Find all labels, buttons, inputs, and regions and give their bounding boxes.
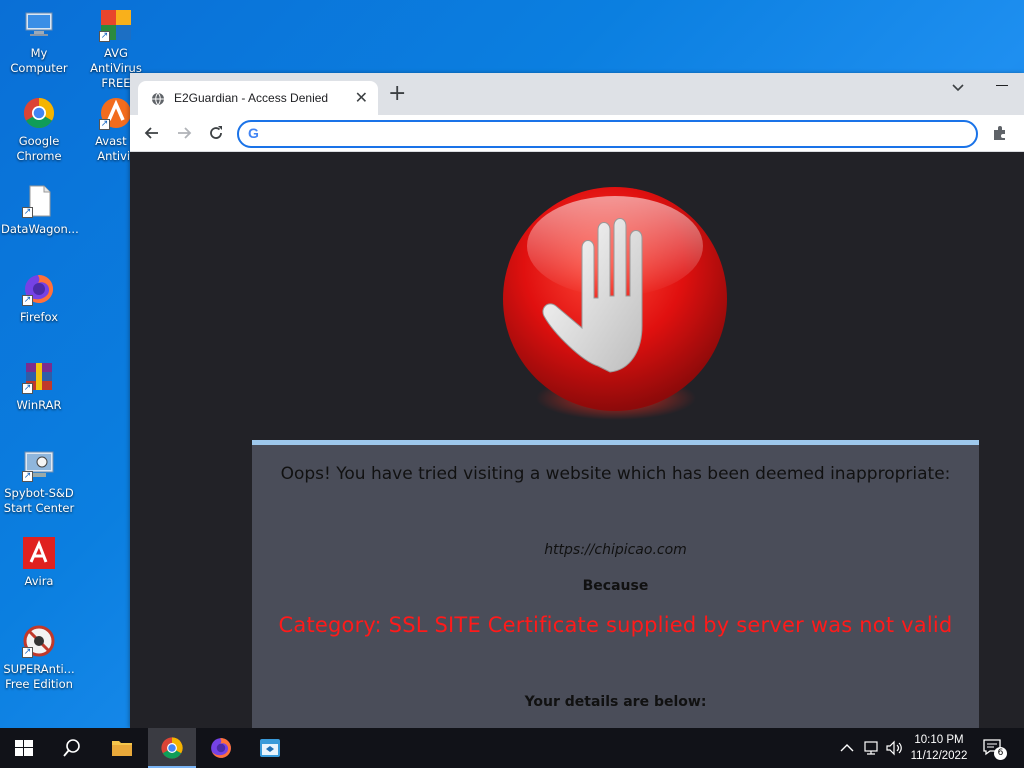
shortcut-arrow-icon: ↗	[22, 471, 33, 482]
desktop-icon-label: My Computer	[10, 46, 68, 75]
taskbar-sandbox-app[interactable]	[246, 728, 294, 768]
shortcut-arrow-icon: ↗	[99, 119, 110, 130]
avira-icon	[22, 536, 56, 570]
taskbar-chrome[interactable]	[148, 728, 196, 768]
system-clock[interactable]: 10:10 PM 11/12/2022	[904, 732, 974, 764]
superantispyware-icon: ↗	[22, 624, 56, 658]
show-hidden-icons-chevron-icon[interactable]	[838, 739, 856, 757]
new-tab-button[interactable]: +	[388, 83, 406, 105]
desktop-icon-label: Avira	[24, 574, 54, 588]
desktop-icon-label: Spybot-S&D Start Center	[3, 486, 75, 515]
shortcut-arrow-icon: ↗	[99, 31, 110, 42]
shortcut-arrow-icon: ↗	[22, 383, 33, 394]
computer-icon	[22, 8, 56, 42]
avg-icon: ↗	[99, 8, 133, 42]
file-icon: ↗	[22, 184, 56, 218]
volume-icon[interactable]	[885, 739, 903, 757]
address-bar[interactable]: G	[237, 120, 978, 148]
tab-title: E2Guardian - Access Denied	[174, 91, 329, 105]
desktop-icon-label: Google Chrome	[16, 134, 62, 163]
start-button[interactable]	[0, 728, 48, 768]
address-input[interactable]	[269, 125, 959, 143]
action-center-button[interactable]: 6	[982, 738, 1007, 760]
clock-date: 11/12/2022	[910, 750, 968, 762]
avast-icon: ↗	[99, 96, 133, 130]
chrome-icon	[22, 96, 56, 130]
winrar-icon: ↗	[22, 360, 56, 394]
chrome-window: E2Guardian - Access Denied ✕ + G Oops! Y…	[130, 73, 1024, 728]
firefox-icon: ↗	[22, 272, 56, 306]
windows-logo-icon	[15, 740, 33, 756]
desktop-icon-superantispyware[interactable]: ↗ SUPERAnti... Free Edition	[1, 624, 77, 692]
search-icon	[63, 739, 80, 757]
tab-search-chevron-icon[interactable]	[948, 77, 968, 97]
shortcut-arrow-icon: ↗	[22, 207, 33, 218]
back-arrow-icon[interactable]	[142, 123, 162, 143]
desktop-icon-datawagon[interactable]: ↗ DataWagon...	[1, 184, 79, 237]
denied-headline: Oops! You have tried visiting a website …	[280, 464, 951, 484]
because-label: Because	[582, 578, 649, 594]
desktop-icon-avira[interactable]: Avira	[1, 536, 77, 589]
globe-icon	[151, 91, 165, 106]
blocked-url: https://chipicao.com	[544, 542, 687, 558]
tab-close-icon[interactable]: ✕	[355, 88, 368, 107]
taskbar-file-explorer[interactable]	[98, 728, 146, 768]
desktop-icon-my-computer[interactable]: My Computer	[1, 8, 77, 76]
app-window-icon	[260, 739, 280, 757]
desktop-icon-label: WinRAR	[16, 398, 62, 412]
page-content: Oops! You have tried visiting a website …	[130, 152, 1024, 728]
search-button[interactable]	[48, 728, 96, 768]
desktop-icon-google-chrome[interactable]: Google Chrome	[1, 96, 77, 164]
notification-count-badge: 6	[994, 747, 1007, 760]
tab-strip: E2Guardian - Access Denied ✕ +	[130, 73, 1024, 115]
desktop-icon-label: Firefox	[19, 310, 59, 324]
taskbar-firefox[interactable]	[197, 728, 245, 768]
clock-time: 10:10 PM	[914, 734, 964, 746]
extensions-puzzle-icon[interactable]	[992, 125, 1008, 141]
block-category: Category: SSL SITE Certificate supplied …	[278, 613, 953, 637]
details-heading: Your details are below:	[524, 694, 707, 710]
shortcut-arrow-icon: ↗	[22, 647, 33, 658]
desktop-icon-label: DataWagon...	[1, 222, 79, 236]
desktop-icon-spybot[interactable]: ↗ Spybot-S&D Start Center	[1, 448, 77, 516]
desktop-icon-label: SUPERAnti... Free Edition	[3, 662, 75, 691]
firefox-icon	[211, 738, 231, 758]
folder-icon	[112, 741, 132, 756]
access-denied-card: Oops! You have tried visiting a website …	[252, 440, 979, 728]
google-g-icon: G	[248, 125, 259, 141]
chrome-icon	[161, 737, 183, 759]
desktop-icon-winrar[interactable]: ↗ WinRAR	[1, 360, 77, 413]
shortcut-arrow-icon: ↗	[22, 295, 33, 306]
reload-icon[interactable]	[206, 123, 226, 143]
stop-hand-icon	[502, 186, 730, 426]
taskbar: 10:10 PM 11/12/2022 6	[0, 728, 1024, 768]
desktop-icon-firefox[interactable]: ↗ Firefox	[1, 272, 77, 325]
forward-arrow-icon[interactable]	[174, 123, 194, 143]
minimize-button[interactable]	[996, 85, 1008, 86]
browser-toolbar: G	[130, 115, 1024, 152]
tab-access-denied[interactable]: E2Guardian - Access Denied ✕	[138, 81, 378, 115]
spybot-icon: ↗	[22, 448, 56, 482]
network-icon[interactable]	[862, 739, 880, 757]
